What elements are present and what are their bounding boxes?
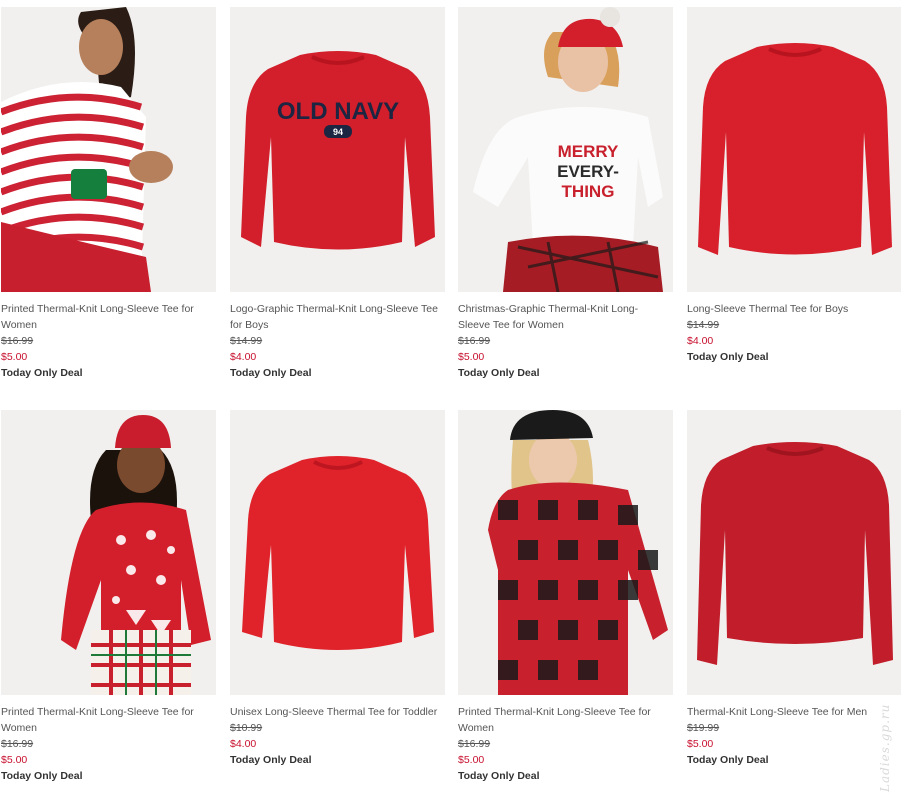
- deal-badge: Today Only Deal: [687, 754, 769, 766]
- product-title[interactable]: Logo-Graphic Thermal-Knit Long-Sleeve Te…: [230, 301, 445, 333]
- product-image[interactable]: MERRY EVERY- THING: [458, 7, 673, 292]
- sale-price: $4.00: [230, 738, 257, 750]
- product-title[interactable]: Printed Thermal-Knit Long-Sleeve Tee for…: [1, 704, 216, 736]
- original-price: $10.99: [230, 722, 263, 734]
- product-title[interactable]: Thermal-Knit Long-Sleeve Tee for Men: [687, 704, 901, 720]
- product-title[interactable]: Long-Sleeve Thermal Tee for Boys: [687, 301, 901, 317]
- product-card[interactable]: MERRY EVERY- THING Christmas-Graphic The…: [458, 7, 673, 381]
- original-price: $16.99: [1, 738, 34, 750]
- sale-price: $5.00: [687, 738, 714, 750]
- product-card[interactable]: Thermal-Knit Long-Sleeve Tee for Men $19…: [687, 410, 901, 768]
- product-image[interactable]: [1, 7, 216, 292]
- product-image[interactable]: [230, 410, 445, 695]
- original-price: $19.99: [687, 722, 720, 734]
- graphic-line: THING: [562, 182, 615, 201]
- original-price: $16.99: [458, 335, 491, 347]
- deal-badge: Today Only Deal: [230, 754, 312, 766]
- original-price: $14.99: [230, 335, 263, 347]
- watermark: Ladies.gp.ru: [878, 703, 892, 792]
- deal-badge: Today Only Deal: [458, 367, 540, 379]
- deal-badge: Today Only Deal: [1, 770, 83, 782]
- product-image[interactable]: [458, 410, 673, 695]
- product-grid: Printed Thermal-Knit Long-Sleeve Tee for…: [0, 0, 901, 797]
- sale-price: $5.00: [458, 754, 485, 766]
- graphic-line: MERRY: [558, 142, 619, 161]
- deal-badge: Today Only Deal: [1, 367, 83, 379]
- product-title[interactable]: Printed Thermal-Knit Long-Sleeve Tee for…: [458, 704, 673, 736]
- product-title[interactable]: Christmas-Graphic Thermal-Knit Long-Slee…: [458, 301, 673, 333]
- original-price: $16.99: [1, 335, 34, 347]
- logo-graphic-text: OLD NAVY: [277, 98, 399, 125]
- product-card[interactable]: Unisex Long-Sleeve Thermal Tee for Toddl…: [230, 410, 445, 768]
- product-image[interactable]: [687, 7, 901, 292]
- product-card[interactable]: Long-Sleeve Thermal Tee for Boys $14.99 …: [687, 7, 901, 365]
- product-title[interactable]: Unisex Long-Sleeve Thermal Tee for Toddl…: [230, 704, 445, 720]
- sale-price: $4.00: [687, 335, 714, 347]
- original-price: $14.99: [687, 319, 720, 331]
- logo-graphic-number: 94: [333, 127, 343, 137]
- product-image[interactable]: [687, 410, 901, 695]
- deal-badge: Today Only Deal: [230, 367, 312, 379]
- sale-price: $4.00: [230, 351, 257, 363]
- sale-price: $5.00: [1, 754, 28, 766]
- product-image[interactable]: [1, 410, 216, 695]
- product-title[interactable]: Printed Thermal-Knit Long-Sleeve Tee for…: [1, 301, 216, 333]
- sale-price: $5.00: [458, 351, 485, 363]
- product-card[interactable]: OLD NAVY 94 Logo-Graphic Thermal-Knit Lo…: [230, 7, 445, 381]
- product-card[interactable]: Printed Thermal-Knit Long-Sleeve Tee for…: [1, 7, 216, 381]
- graphic-line: EVERY-: [557, 162, 619, 181]
- sale-price: $5.00: [1, 351, 28, 363]
- deal-badge: Today Only Deal: [687, 351, 769, 363]
- original-price: $16.99: [458, 738, 491, 750]
- product-card[interactable]: Printed Thermal-Knit Long-Sleeve Tee for…: [1, 410, 216, 784]
- deal-badge: Today Only Deal: [458, 770, 540, 782]
- product-card[interactable]: Printed Thermal-Knit Long-Sleeve Tee for…: [458, 410, 673, 784]
- product-image[interactable]: OLD NAVY 94: [230, 7, 445, 292]
- merry-everything-graphic: MERRY EVERY- THING: [557, 142, 619, 201]
